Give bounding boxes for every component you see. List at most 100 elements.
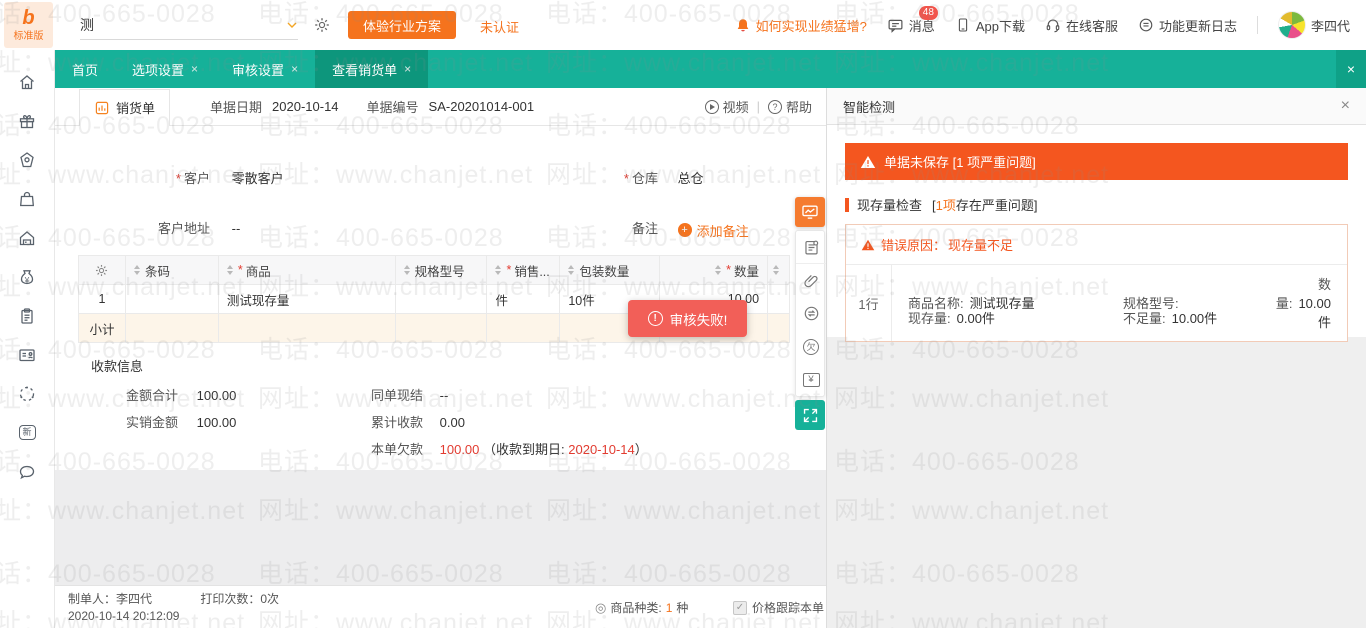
online-service-link[interactable]: 在线客服: [1045, 16, 1118, 35]
orders-icon[interactable]: [8, 296, 46, 335]
close-icon[interactable]: ×: [191, 62, 198, 76]
close-icon[interactable]: ×: [291, 62, 298, 76]
panel-body: 单据未保存 [1 项严重问题] 现存量检查 [1项存在严重问题] 错误原因： 现…: [827, 125, 1366, 337]
messages-link[interactable]: 消息 48: [887, 16, 935, 35]
panel-title: 智能检测: [843, 97, 895, 116]
address-value: --: [232, 221, 241, 236]
promotion-icon[interactable]: [8, 140, 46, 179]
user-menu[interactable]: 李四代: [1278, 11, 1350, 39]
cell-unit[interactable]: 件: [487, 285, 560, 314]
help-link[interactable]: ? 帮助: [768, 97, 812, 116]
close-icon[interactable]: ×: [404, 62, 411, 76]
price-tag-icon[interactable]: ¥: [796, 363, 826, 396]
panel-header: 智能检测 ×: [827, 88, 1366, 125]
customer-value[interactable]: 零散客户: [232, 171, 284, 186]
smart-detect-icon[interactable]: [795, 197, 825, 227]
error-detail-grid: 商品名称:测试现存量 规格型号: 数量:10.00件 现存量:0.00件 不足量…: [892, 265, 1347, 341]
message-icon: [887, 17, 904, 34]
column-settings-gear-icon[interactable]: [79, 256, 126, 285]
add-remark-link[interactable]: + 添加备注: [678, 221, 749, 240]
sync-icon[interactable]: [8, 374, 46, 413]
cell-more: [768, 285, 790, 314]
error-reason-value: 现存量不足: [948, 235, 1013, 254]
header-sales-unit[interactable]: *销售...: [487, 256, 560, 285]
doc-links: 视频 | ? 帮助: [705, 97, 812, 116]
due-date-prefix: （收款到期日:: [483, 442, 568, 457]
goods-category-icon: ◎: [595, 600, 606, 616]
promo-link[interactable]: 如何实现业绩猛增?: [735, 16, 867, 35]
avatar: [1278, 11, 1306, 39]
trial-industry-plan-button[interactable]: 体验行业方案: [348, 11, 456, 39]
header-more[interactable]: [768, 256, 790, 285]
company-selector[interactable]: 测: [80, 10, 298, 40]
header-barcode[interactable]: 条码: [126, 256, 219, 285]
header-spec[interactable]: 规格型号: [396, 256, 488, 285]
funds-icon[interactable]: ¥: [8, 257, 46, 296]
feedback-icon[interactable]: [8, 452, 46, 491]
tab-sales-order[interactable]: 销货单: [79, 89, 170, 127]
nav-tab-home[interactable]: 首页: [55, 50, 115, 88]
app-download-link[interactable]: App下载: [955, 16, 1025, 35]
form-row-1: *客户 零散客户 *仓库 总仓: [78, 168, 808, 188]
expand-icon[interactable]: [795, 400, 825, 430]
subtotal-label: 小计: [79, 314, 126, 343]
contacts-card-icon[interactable]: [8, 335, 46, 374]
add-remark-label: 添加备注: [697, 221, 749, 240]
section-count: [1项存在严重问题]: [932, 195, 1037, 214]
cell-spec[interactable]: [396, 285, 488, 314]
topbar-divider: [1257, 16, 1258, 34]
warning-triangle-icon: [860, 154, 876, 170]
exchange-icon[interactable]: [796, 297, 826, 330]
price-track-checkbox[interactable]: ✓: [733, 601, 747, 615]
toast-message: 审核失败!: [670, 309, 728, 329]
navbar-close-button[interactable]: ×: [1336, 50, 1366, 88]
nav-tab-audit-settings[interactable]: 审核设置 ×: [215, 50, 315, 88]
goods-category-summary: ◎ 商品种类: 1 种: [595, 599, 688, 616]
error-box: 错误原因： 现存量不足 1行 商品名称:测试现存量 规格型号: 数量:10.00…: [845, 224, 1348, 342]
links-divider: |: [757, 99, 760, 114]
stock-label: 现存量:: [908, 311, 951, 326]
left-sidebar: ¥ 新: [0, 50, 55, 628]
warehouse-label: 仓库: [632, 171, 658, 186]
plus-icon: +: [678, 223, 692, 237]
purchase-bag-icon[interactable]: [8, 179, 46, 218]
promo-label: 如何实现业绩猛增?: [756, 16, 867, 35]
nav-tab-options[interactable]: 选项设置 ×: [115, 50, 215, 88]
video-link[interactable]: 视频: [705, 97, 749, 116]
customer-label: 客户: [184, 171, 210, 186]
gift-icon[interactable]: [8, 101, 46, 140]
header-qty[interactable]: *数量: [660, 256, 768, 285]
received-total-value: 0.00: [440, 415, 465, 430]
new-feature-icon[interactable]: 新: [8, 413, 46, 452]
warehouse-icon[interactable]: [8, 218, 46, 257]
cell-barcode[interactable]: [126, 285, 219, 314]
same-order-cash-label: 同单现结: [348, 382, 423, 409]
home-icon[interactable]: [8, 62, 46, 101]
close-icon[interactable]: ×: [1341, 97, 1350, 115]
nav-tab-label: 首页: [72, 60, 98, 79]
bell-icon: [735, 17, 751, 33]
created-time: 2020-10-14 20:12:09: [68, 608, 279, 625]
arrears-icon[interactable]: 欠: [796, 330, 826, 363]
nav-tab-label: 选项设置: [132, 60, 184, 79]
not-certified-link[interactable]: 未认证: [480, 17, 519, 36]
doc-no-label: 单据编号: [367, 97, 419, 116]
warehouse-value[interactable]: 总仓: [678, 171, 704, 186]
nav-tab-view-sales-order[interactable]: 查看销货单 ×: [315, 50, 428, 88]
price-track-option[interactable]: ✓ 价格跟踪本单: [733, 599, 824, 616]
cell-product[interactable]: 测试现存量: [219, 285, 396, 314]
changelog-label: 功能更新日志: [1159, 16, 1237, 35]
yen-glyph: ¥: [25, 276, 29, 285]
doc-date-value: 2020-10-14: [272, 99, 339, 114]
logo-edition-label: 标准版: [14, 27, 44, 42]
username: 李四代: [1311, 16, 1350, 35]
required-mark: *: [624, 171, 629, 186]
attachment-icon[interactable]: [796, 264, 826, 297]
note-icon[interactable]: [796, 231, 826, 264]
changelog-link[interactable]: 功能更新日志: [1138, 16, 1237, 35]
gear-icon[interactable]: [314, 17, 330, 33]
help-icon: ?: [768, 100, 782, 114]
help-label: 帮助: [786, 97, 812, 116]
header-product[interactable]: *商品: [219, 256, 396, 285]
header-pack-qty[interactable]: 包装数量: [560, 256, 660, 285]
